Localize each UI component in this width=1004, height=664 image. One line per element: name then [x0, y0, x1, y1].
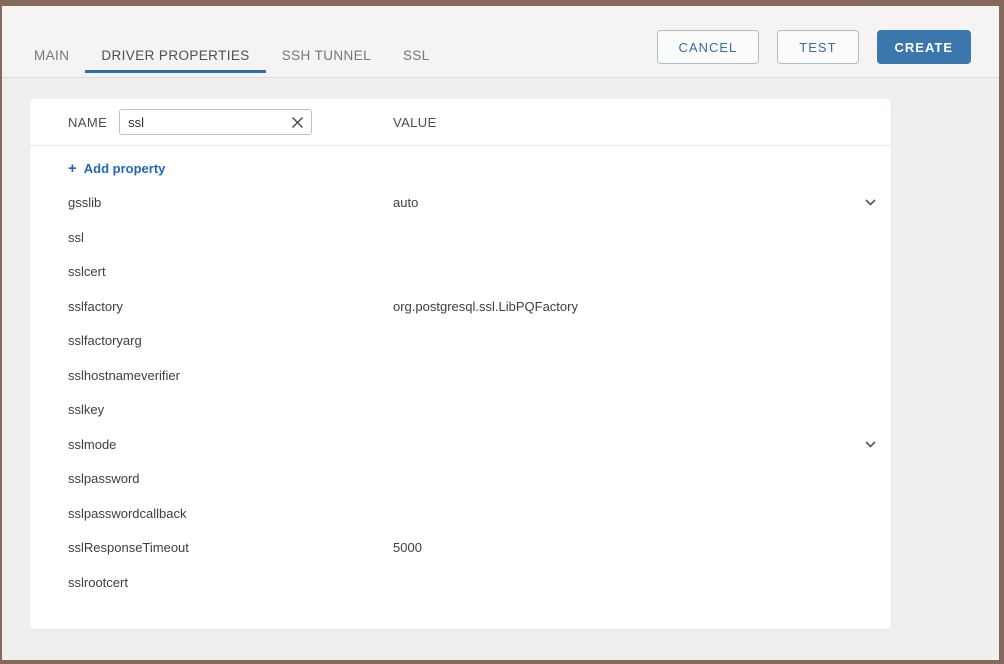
tab-ssh-tunnel[interactable]: SSH TUNNEL — [266, 38, 387, 73]
name-column-header: NAME — [68, 115, 107, 130]
property-name-cell[interactable]: sslrootcert — [68, 575, 393, 590]
property-value-cell[interactable]: org.postgresql.ssl.LibPQFactory — [393, 299, 879, 314]
tab-ssl[interactable]: SSL — [387, 38, 446, 73]
add-property-label: Add property — [84, 161, 166, 176]
property-row: sslrootcert — [30, 565, 891, 600]
property-value-cell[interactable]: auto — [393, 195, 861, 210]
property-row: sslfactory org.postgresql.ssl.LibPQFacto… — [30, 289, 891, 324]
property-name-cell[interactable]: sslResponseTimeout — [68, 540, 393, 555]
property-row: sslhostnameverifier — [30, 358, 891, 393]
property-name-cell[interactable]: sslfactoryarg — [68, 333, 393, 348]
name-filter — [119, 109, 312, 135]
chevron-down-icon[interactable] — [861, 194, 879, 212]
plus-icon: + — [68, 160, 77, 177]
property-name-cell[interactable]: sslmode — [68, 437, 393, 452]
property-row: sslpasswordcallback — [30, 496, 891, 531]
tab-main[interactable]: MAIN — [18, 38, 85, 73]
property-value-cell[interactable]: 5000 — [393, 540, 879, 555]
property-row: sslResponseTimeout 5000 — [30, 531, 891, 566]
test-button[interactable]: TEST — [777, 30, 858, 64]
driver-properties-card: NAME VALUE + Add property — [30, 99, 891, 629]
properties-table-header: NAME VALUE — [30, 99, 891, 146]
connection-dialog: MAIN DRIVER PROPERTIES SSH TUNNEL SSL CA… — [0, 0, 1004, 664]
dialog-topbar: MAIN DRIVER PROPERTIES SSH TUNNEL SSL CA… — [2, 6, 999, 78]
property-row: sslkey — [30, 393, 891, 428]
tab-bar: MAIN DRIVER PROPERTIES SSH TUNNEL SSL — [18, 38, 446, 73]
property-name-cell[interactable]: sslfactory — [68, 299, 393, 314]
property-row: sslfactoryarg — [30, 324, 891, 359]
name-filter-input[interactable] — [119, 109, 312, 135]
property-row: sslmode — [30, 427, 891, 462]
property-name-cell[interactable]: sslhostnameverifier — [68, 368, 393, 383]
add-property-link[interactable]: + Add property — [30, 151, 891, 186]
dialog-actions: CANCEL TEST CREATE — [657, 30, 971, 64]
chevron-down-icon[interactable] — [861, 435, 879, 453]
value-column-header: VALUE — [393, 115, 437, 130]
tab-driver-properties[interactable]: DRIVER PROPERTIES — [85, 38, 265, 73]
property-name-cell[interactable]: sslcert — [68, 264, 393, 279]
property-row: sslcert — [30, 255, 891, 290]
property-name-cell[interactable]: sslpassword — [68, 471, 393, 486]
property-name-cell[interactable]: gsslib — [68, 195, 393, 210]
property-row: sslpassword — [30, 462, 891, 497]
property-name-cell[interactable]: ssl — [68, 230, 393, 245]
properties-list: + Add property gsslib auto ssl sslcert — [30, 146, 891, 600]
property-name-cell[interactable]: sslkey — [68, 402, 393, 417]
property-row: ssl — [30, 220, 891, 255]
tab-content: NAME VALUE + Add property — [2, 78, 999, 629]
cancel-button[interactable]: CANCEL — [657, 30, 760, 64]
property-row: gsslib auto — [30, 186, 891, 221]
clear-filter-icon[interactable] — [289, 114, 305, 130]
property-name-cell[interactable]: sslpasswordcallback — [68, 506, 393, 521]
create-button[interactable]: CREATE — [877, 30, 971, 64]
